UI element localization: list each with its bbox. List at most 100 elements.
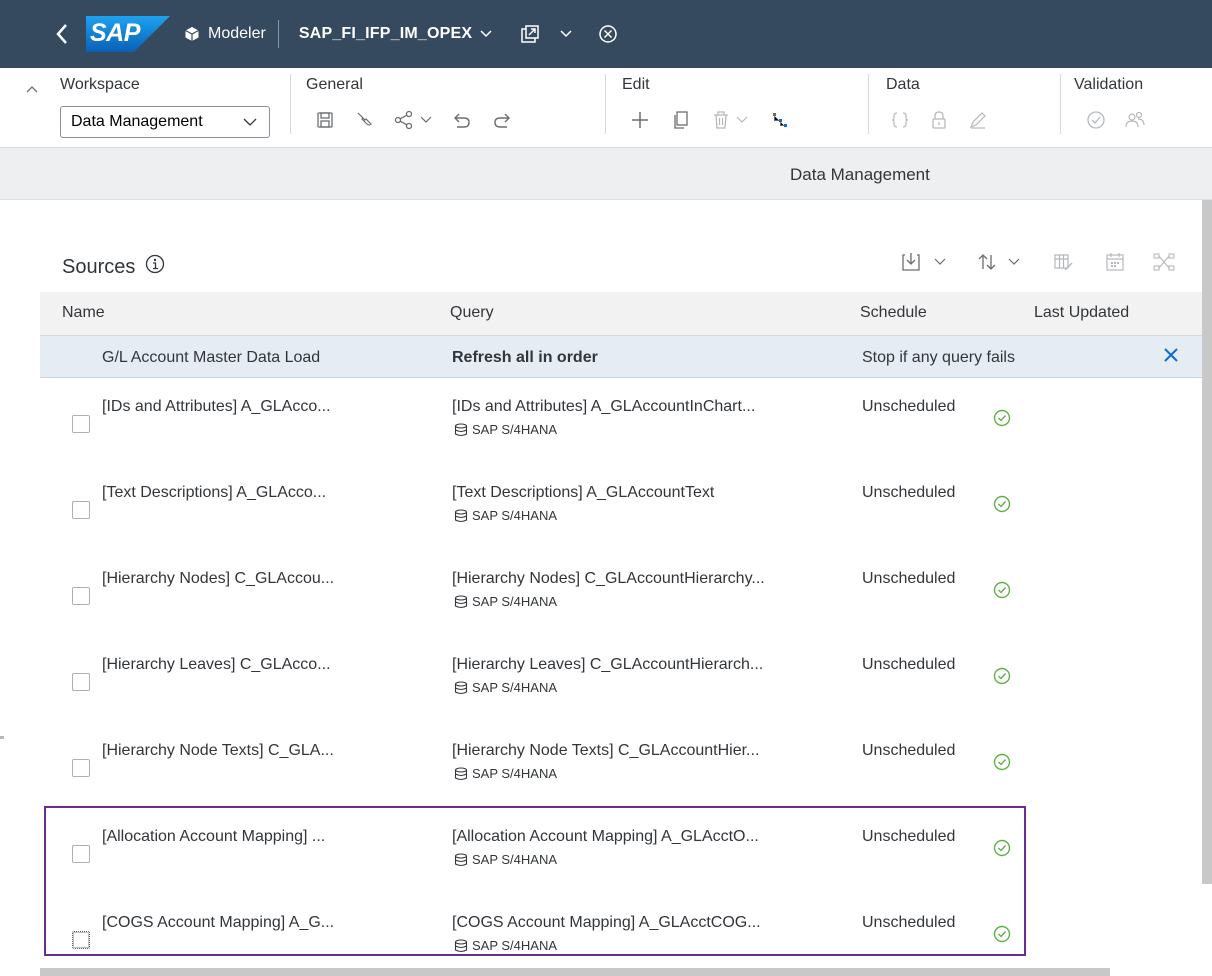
chevron-down-icon (1008, 258, 1020, 265)
info-icon (146, 254, 165, 274)
close-group-button[interactable] (1162, 346, 1180, 369)
chevron-left-icon (56, 24, 67, 44)
query-group-row[interactable]: G/L Account Master Data Load Refresh all… (40, 336, 1202, 378)
toolbar-divider (1060, 74, 1061, 134)
row-schedule: Unscheduled (862, 914, 956, 931)
data-access-button[interactable] (930, 110, 948, 130)
add-button[interactable] (630, 110, 650, 130)
data-flow-button[interactable] (1152, 248, 1176, 276)
close-circle-icon (599, 25, 617, 43)
chevron-down-icon (420, 116, 432, 123)
status-success-icon (992, 580, 1012, 605)
edit-table-button[interactable] (1052, 248, 1074, 276)
table-row[interactable]: [Allocation Account Mapping] ... [Alloca… (40, 808, 1202, 894)
table-row[interactable]: [IDs and Attributes] A_GLAcco... [IDs an… (40, 378, 1202, 464)
chevron-down-icon (934, 258, 946, 265)
row-checkbox[interactable] (72, 587, 90, 605)
row-name: [Hierarchy Node Texts] C_GLA... (102, 742, 334, 759)
undo-button[interactable] (452, 110, 472, 130)
status-success-icon (992, 494, 1012, 519)
schedule-button[interactable] (1104, 248, 1126, 276)
cube-icon (185, 27, 199, 41)
edit-data-button[interactable] (968, 110, 988, 130)
row-query: [Allocation Account Mapping] A_GLAcctO..… (452, 828, 759, 845)
more-menu-button[interactable] (560, 30, 572, 38)
row-connection: SAP S/4HANA (454, 680, 557, 695)
import-icon (902, 253, 920, 271)
table-row[interactable]: [Hierarchy Nodes] C_GLAccou... [Hierarch… (40, 550, 1202, 636)
data-flow-icon (1153, 253, 1175, 271)
back-button[interactable] (42, 14, 82, 54)
row-name: [IDs and Attributes] A_GLAcco... (102, 398, 331, 415)
copy-icon (674, 111, 688, 129)
save-button[interactable] (316, 111, 334, 129)
row-connection: SAP S/4HANA (454, 766, 557, 781)
plus-icon (632, 112, 648, 128)
row-checkbox[interactable] (72, 845, 90, 863)
column-header-name[interactable]: Name (62, 304, 105, 322)
import-data-button[interactable] (900, 248, 946, 276)
share-button[interactable] (394, 110, 432, 130)
model-preferences-button[interactable] (354, 110, 374, 130)
row-checkbox[interactable] (72, 415, 90, 433)
status-success-icon (992, 752, 1012, 777)
table-edit-icon (1054, 254, 1073, 271)
close-model-button[interactable] (598, 24, 618, 44)
hierarchy-button[interactable] (770, 110, 790, 130)
wrench-icon (357, 112, 372, 126)
column-header-query[interactable]: Query (450, 304, 494, 322)
column-header-last-updated[interactable]: Last Updated (1034, 304, 1129, 322)
group-name: G/L Account Master Data Load (102, 349, 321, 366)
connection-label: SAP S/4HANA (472, 508, 558, 523)
row-checkbox[interactable] (72, 759, 90, 777)
connection-label: SAP S/4HANA (472, 766, 558, 781)
general-label: General (306, 76, 363, 93)
table-row[interactable]: [Hierarchy Leaves] C_GLAcco... [Hierarch… (40, 636, 1202, 722)
formula-button[interactable] (890, 110, 910, 130)
row-connection: SAP S/4HANA (454, 938, 557, 953)
calendar-icon (1106, 253, 1124, 271)
lock-icon (932, 111, 946, 129)
sort-button[interactable] (976, 248, 1020, 276)
model-title-menu[interactable]: SAP_FI_IFP_IM_OPEX (299, 25, 492, 43)
edit-group: Edit (622, 76, 790, 132)
group-icon (1125, 111, 1145, 128)
popout-icon (521, 25, 539, 43)
open-in-new-button[interactable] (520, 24, 540, 44)
redo-button[interactable] (492, 110, 512, 130)
collapse-toolbar-button[interactable] (26, 80, 38, 98)
chevron-down-icon (736, 116, 748, 123)
braces-icon (891, 112, 909, 128)
general-group: General (306, 76, 512, 132)
row-connection: SAP S/4HANA (454, 422, 557, 437)
info-button[interactable] (145, 254, 165, 280)
chevron-down-icon (480, 30, 492, 38)
copy-button[interactable] (672, 110, 690, 130)
column-header-schedule[interactable]: Schedule (860, 304, 927, 322)
table-row[interactable]: [Hierarchy Node Texts] C_GLA... [Hierarc… (40, 722, 1202, 808)
vertical-scrollbar[interactable] (1202, 200, 1212, 884)
row-query: [COGS Account Mapping] A_GLAcctCOG... (452, 914, 761, 931)
delete-button[interactable] (712, 110, 748, 130)
team-validation-button[interactable] (1124, 110, 1146, 130)
row-checkbox[interactable] (72, 673, 90, 691)
sap-logo-text: SAP (90, 19, 140, 47)
chevron-down-icon (560, 30, 572, 38)
sap-logo: SAP (86, 16, 170, 52)
row-schedule: Unscheduled (862, 828, 956, 845)
row-checkbox[interactable] (72, 931, 90, 949)
row-checkbox[interactable] (72, 501, 90, 519)
toolbar-divider (605, 74, 606, 134)
workspace-select[interactable]: Data Management (60, 106, 270, 138)
workspace-label: Workspace (60, 76, 140, 93)
status-success-icon (992, 408, 1012, 433)
validate-button[interactable] (1086, 110, 1106, 130)
group-schedule: Stop if any query fails (862, 349, 1015, 366)
row-name: [Hierarchy Leaves] C_GLAcco... (102, 656, 331, 673)
toolbar-divider (290, 74, 291, 134)
undo-icon (454, 113, 470, 128)
table-header: Name Query Schedule Last Updated (40, 292, 1202, 336)
database-icon (454, 594, 468, 608)
table-row[interactable]: [Text Descriptions] A_GLAcco... [Text De… (40, 464, 1202, 550)
table-row[interactable]: [COGS Account Mapping] A_G... [COGS Acco… (40, 894, 1202, 976)
